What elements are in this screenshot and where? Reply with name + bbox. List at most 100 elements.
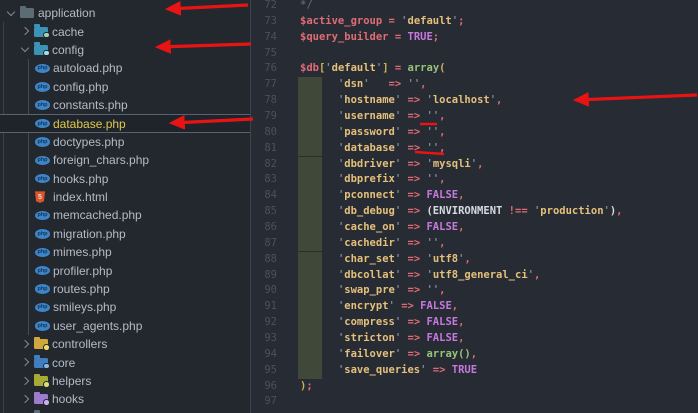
php-icon: php xyxy=(35,284,53,294)
code-line-75[interactable]: 75 xyxy=(251,46,698,62)
chevron-right-icon[interactable] xyxy=(19,375,32,388)
tree-item-autoload.php[interactable]: php autoload.php xyxy=(0,59,250,77)
code-line-77[interactable]: 77 'dsn' => '', xyxy=(251,77,698,94)
chevron-down-icon[interactable] xyxy=(19,43,32,56)
tree-item-mimes.php[interactable]: php mimes.php xyxy=(0,243,250,261)
code-line-86[interactable]: 86 'cache_on' => FALSE, xyxy=(251,220,698,236)
php-icon: php xyxy=(35,173,50,184)
token: array xyxy=(407,62,440,75)
folder-core-icon xyxy=(34,355,52,370)
php-icon: php xyxy=(35,173,53,184)
line-number: 95 xyxy=(264,363,277,376)
tree-item-hooks[interactable]: hooks xyxy=(0,390,250,408)
code-text: 'pconnect' => FALSE, xyxy=(300,188,464,204)
code-line-92[interactable]: 92 'compress' => FALSE, xyxy=(251,315,698,332)
tree-item-label: helpers xyxy=(52,374,92,388)
code-line-80[interactable]: 80 'password' => '', xyxy=(251,124,698,141)
tree-item-foreign_chars.php[interactable]: php foreign_chars.php xyxy=(0,151,250,169)
tree-item-constants.php[interactable]: php constants.php xyxy=(0,96,250,114)
code-line-90[interactable]: 90 'swap_pre' => '', xyxy=(251,283,698,300)
code-line-76[interactable]: 76 $db['default'] = array( xyxy=(251,61,698,77)
token: => xyxy=(401,300,414,313)
token: (ENVIRONMENT xyxy=(426,205,503,218)
code-line-94[interactable]: 94 'failover' => array(), xyxy=(251,346,698,363)
token: => xyxy=(407,157,421,170)
code-text: 'database' => '', xyxy=(300,141,446,157)
token: FALSE xyxy=(426,316,459,329)
tree-item-controllers[interactable]: controllers xyxy=(0,335,250,353)
tree-item-label: mimes.php xyxy=(53,245,112,260)
code-line-96[interactable]: 96); xyxy=(251,379,698,395)
tree-item-profiler.php[interactable]: php profiler.php xyxy=(0,261,250,279)
token: ( xyxy=(439,62,446,75)
tree-item-user_agents.php[interactable]: php user_agents.php xyxy=(0,317,250,335)
tree-item-core[interactable]: core xyxy=(0,353,250,371)
code-line-82[interactable]: 82 'dbdriver' => 'mysqli', xyxy=(251,156,698,173)
token: utf8 xyxy=(432,252,459,265)
code-editor-pane[interactable]: 72 */ 73 $active_group = 'default'; 74 $query… xyxy=(250,0,698,413)
chevron-down-icon[interactable] xyxy=(5,7,18,20)
tree-item-application[interactable]: application xyxy=(0,4,250,22)
chevron-right-icon[interactable] xyxy=(19,393,32,406)
php-icon: php xyxy=(35,321,53,331)
tree-item-memcached.php[interactable]: php memcached.php xyxy=(0,206,250,224)
code-line-81[interactable]: 81 'database' => '', xyxy=(251,140,698,157)
code-line-95[interactable]: 95 'save_queries' => TRUE xyxy=(251,362,698,379)
code-line-78[interactable]: 78 'hostname' => 'localhost', xyxy=(251,93,698,110)
tree-item-smileys.php[interactable]: php smileys.php xyxy=(0,298,250,316)
code-text: $db['default'] = array( xyxy=(300,61,445,77)
code-line-72[interactable]: 72 */ xyxy=(251,0,698,14)
tree-item-hooks.php[interactable]: php hooks.php xyxy=(0,170,250,188)
php-icon: php xyxy=(35,118,50,129)
token: , xyxy=(439,125,446,138)
token: failover xyxy=(344,347,395,360)
token: , xyxy=(439,236,446,249)
tree-item-config.php[interactable]: php config.php xyxy=(0,78,250,96)
token: '' xyxy=(426,284,440,297)
line-number: 82 xyxy=(264,157,277,170)
code-line-88[interactable]: 88 'char_set' => 'utf8', xyxy=(251,251,698,268)
code-line-87[interactable]: 87 'cachedir' => '', xyxy=(251,235,698,252)
chevron-right-icon[interactable] xyxy=(19,338,32,351)
tree-item-helpers[interactable]: helpers xyxy=(0,372,250,390)
code-line-91[interactable]: 91 'encrypt' => FALSE, xyxy=(251,299,698,316)
tree-item-doctypes.php[interactable]: php doctypes.php xyxy=(0,133,250,151)
token: db_debug xyxy=(344,205,395,218)
code-line-85[interactable]: 85 'db_debug' => (ENVIRONMENT !== 'produ… xyxy=(251,204,698,221)
folder-badge-icon xyxy=(43,31,50,39)
chevron-right-icon[interactable] xyxy=(19,356,32,369)
code-line-79[interactable]: 79 'username' => '', xyxy=(251,109,698,125)
token: '' xyxy=(426,173,440,186)
code-line-73[interactable]: 73 $active_group = 'default'; xyxy=(251,14,698,30)
tree-item-index.html[interactable]: 5 index.html xyxy=(0,188,250,206)
php-icon: php xyxy=(35,137,50,147)
tree-item-config[interactable]: config xyxy=(0,41,250,59)
code-line-97[interactable]: 97 xyxy=(251,394,698,410)
php-icon: php xyxy=(35,82,50,92)
token: => xyxy=(407,125,421,138)
token: '' xyxy=(426,110,440,123)
code-line-84[interactable]: 84 'pconnect' => FALSE, xyxy=(251,188,698,205)
php-icon: php xyxy=(35,284,50,294)
tree-item-cache[interactable]: cache xyxy=(0,22,250,40)
tree-item-routes.php[interactable]: php routes.php xyxy=(0,280,250,298)
code-line-89[interactable]: 89 'dbcollat' => 'utf8_general_ci', xyxy=(251,267,698,284)
tree-item-clipped[interactable] xyxy=(0,409,250,413)
token: , xyxy=(477,157,484,170)
token: array xyxy=(426,347,459,360)
chevron-right-icon[interactable] xyxy=(19,25,32,38)
tree-item-label: user_agents.php xyxy=(53,318,143,333)
code-line-74[interactable]: 74 $query_builder = TRUE; xyxy=(251,30,698,46)
tree-item-label: doctypes.php xyxy=(53,134,125,149)
code-line-93[interactable]: 93 'stricton' => FALSE, xyxy=(251,331,698,347)
token: () xyxy=(458,347,471,360)
code-line-83[interactable]: 83 'dbprefix' => '', xyxy=(251,172,698,189)
tree-item-database.php[interactable]: php database.php xyxy=(0,114,250,133)
line-number: 74 xyxy=(264,30,277,43)
token: mysqli xyxy=(432,157,471,170)
tree-item-migration.php[interactable]: php migration.php xyxy=(0,225,250,243)
line-number: 97 xyxy=(264,395,277,408)
